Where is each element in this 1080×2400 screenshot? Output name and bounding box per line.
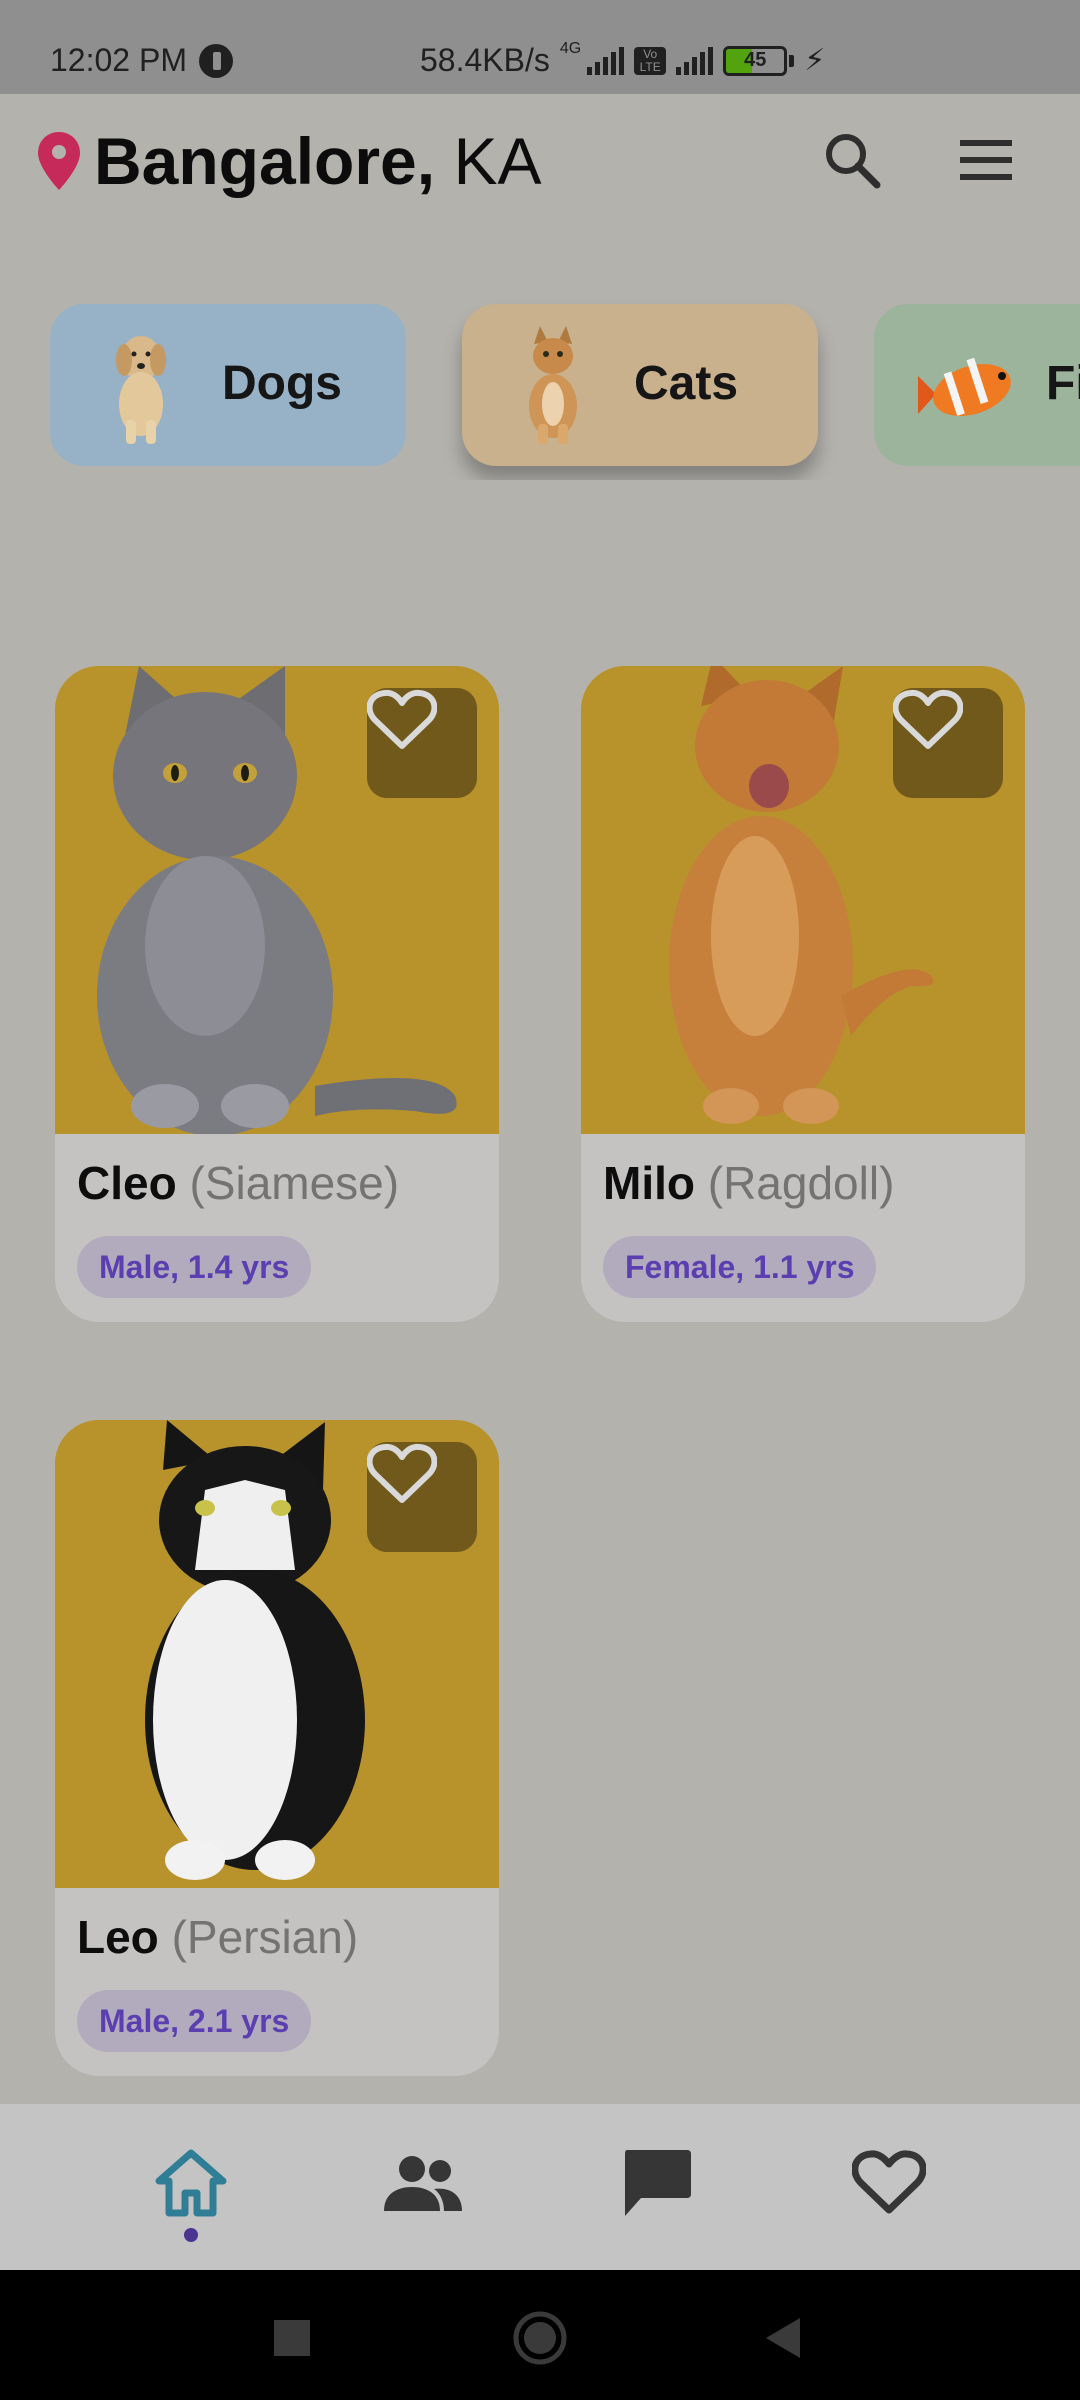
favorite-button[interactable] [367,688,477,798]
nav-chat[interactable] [612,2138,702,2228]
pet-breed: (Ragdoll) [707,1157,895,1209]
category-label: Dogs [222,357,342,410]
people-icon [384,2156,462,2211]
search-icon[interactable] [822,130,882,190]
pet-photo [581,666,1025,1134]
battery-level: 45 [744,49,767,71]
charging-icon: ⚡ [804,44,826,77]
signal-icon [587,46,625,75]
heart-outline-icon [367,689,437,749]
location-label[interactable]: Bangalore, KA [94,122,541,200]
pet-name: Milo [603,1157,695,1209]
nav-people[interactable] [378,2138,468,2228]
category-label: Cats [634,357,739,410]
category-list: Dogs Cats Fish [0,300,1080,480]
heart-outline-icon [893,689,963,749]
location-state: KA [453,124,542,198]
network-type-label: 4G [559,39,582,57]
nav-favorites[interactable] [844,2138,934,2228]
active-indicator [184,2228,198,2242]
category-cats[interactable]: Cats [462,304,818,466]
pet-photo [55,1420,499,1888]
volte-icon: Vo LTE [634,46,667,75]
pet-info-chip: Male, 2.1 yrs [77,1990,312,2052]
bottom-nav [0,2104,1080,2270]
category-label: Fish [1046,357,1080,410]
back-icon[interactable] [756,2310,812,2366]
favorite-button[interactable] [367,1442,477,1552]
favorite-button[interactable] [893,688,1003,798]
signal-icon-2 [676,46,714,75]
pet-title: Milo (Ragdoll) [603,1156,894,1210]
chat-icon [625,2150,691,2216]
home-button-icon[interactable] [512,2310,568,2366]
dog-image [116,336,166,444]
recent-apps-icon[interactable] [264,2310,320,2366]
pet-name: Cleo [77,1157,177,1209]
heart-icon [852,2150,926,2214]
category-fish[interactable]: Fish [874,304,1080,466]
pet-name: Leo [77,1911,159,1963]
location-pin-icon[interactable] [38,132,80,190]
pet-photo [55,666,499,1134]
pet-card[interactable]: Cleo (Siamese) Male, 1.4 yrs [55,666,499,1322]
menu-icon[interactable] [958,138,1014,182]
category-dogs[interactable]: Dogs [50,304,406,466]
status-bar: 12:02 PM 58.4KB/s 4G Vo LTE 45 ⚡ [0,0,1080,94]
pet-breed: (Persian) [171,1911,359,1963]
pet-title: Leo (Persian) [77,1910,358,1964]
volte-line2: LTE [639,59,661,74]
system-nav-bar [0,2270,1080,2400]
fish-image [918,357,1011,416]
battery-icon: 45 [723,45,788,76]
app-header: Bangalore, KA [0,94,1080,224]
home-icon [155,2149,227,2217]
pet-card[interactable]: Leo (Persian) Male, 2.1 yrs [55,1420,499,2076]
pet-breed: (Siamese) [189,1157,400,1209]
pet-info-chip: Male, 1.4 yrs [77,1236,312,1298]
pet-card[interactable]: Milo (Ragdoll) Female, 1.1 yrs [581,666,1025,1322]
status-time: 12:02 PM [50,42,187,78]
battery-tip [789,54,795,67]
notification-icon [198,43,233,78]
heart-outline-icon [367,1443,437,1503]
status-right: 58.4KB/s 4G Vo LTE 45 ⚡ [420,39,826,79]
status-left: 12:02 PM [50,42,233,79]
nav-home[interactable] [146,2138,236,2228]
volte-line1: Vo [643,46,658,61]
pet-title: Cleo (Siamese) [77,1156,399,1210]
pet-info-chip: Female, 1.1 yrs [603,1236,877,1298]
cat-image [529,326,577,444]
network-speed: 58.4KB/s [420,42,550,78]
location-city: Bangalore, [94,124,436,198]
